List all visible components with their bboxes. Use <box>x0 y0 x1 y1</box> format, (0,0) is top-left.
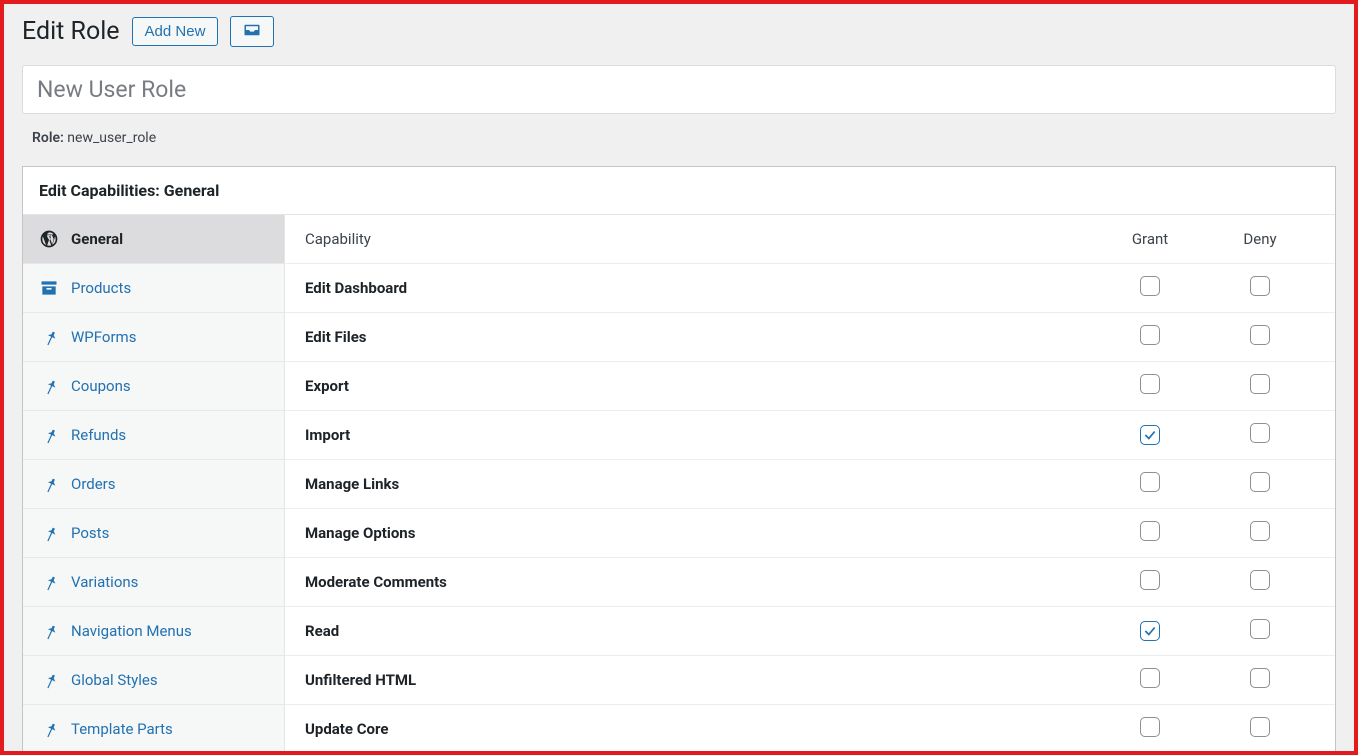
capabilities-panel: Edit Capabilities: General General Produc… <box>22 166 1336 755</box>
pin-icon <box>39 474 59 494</box>
deny-checkbox[interactable] <box>1250 423 1270 443</box>
grant-checkbox[interactable] <box>1140 325 1160 345</box>
col-capability: Capability <box>305 230 1095 248</box>
capability-name: Read <box>305 622 1095 640</box>
sidebar-item-label: General <box>71 230 123 248</box>
capability-row: Edit Dashboard <box>285 264 1335 313</box>
edit-role-frame: Edit Role Add New Role: new_user_role Ed… <box>0 0 1358 755</box>
capability-name: Import <box>305 426 1095 444</box>
pin-icon <box>39 523 59 543</box>
col-grant: Grant <box>1095 230 1205 248</box>
deny-checkbox[interactable] <box>1250 276 1270 296</box>
add-new-button[interactable]: Add New <box>132 17 219 46</box>
page-title: Edit Role <box>22 17 120 46</box>
sidebar-item-label: Products <box>71 279 131 297</box>
sidebar-item-posts[interactable]: Posts <box>23 509 284 558</box>
capability-row: Manage Links <box>285 460 1335 509</box>
pin-icon <box>39 425 59 445</box>
grant-checkbox[interactable] <box>1140 374 1160 394</box>
sidebar-item-label: WPForms <box>71 328 136 346</box>
sidebar-item-label: Template Parts <box>71 720 173 738</box>
sidebar-item-navigation_menus[interactable]: Navigation Menus <box>23 607 284 656</box>
role-slug-value: new_user_role <box>67 130 156 146</box>
wordpress-icon <box>39 229 59 249</box>
capability-row: Export <box>285 362 1335 411</box>
role-slug-label: Role: <box>32 130 64 146</box>
sidebar-item-products[interactable]: Products <box>23 264 284 313</box>
sidebar-item-global_styles[interactable]: Global Styles <box>23 656 284 705</box>
capability-row: Update Core <box>285 705 1335 754</box>
pin-icon <box>39 327 59 347</box>
deny-checkbox[interactable] <box>1250 374 1270 394</box>
sidebar-item-label: Navigation Menus <box>71 622 192 640</box>
check-icon <box>1143 624 1157 638</box>
col-deny: Deny <box>1205 230 1315 248</box>
capability-name: Edit Files <box>305 328 1095 346</box>
sidebar-item-template_parts[interactable]: Template Parts <box>23 705 284 754</box>
grant-checkbox[interactable] <box>1140 521 1160 541</box>
sidebar-item-coupons[interactable]: Coupons <box>23 362 284 411</box>
grant-checkbox[interactable] <box>1140 621 1160 641</box>
sidebar-item-label: Posts <box>71 524 109 542</box>
inbox-icon <box>241 21 263 42</box>
capabilities-table: Capability Grant Deny Edit Dashboard Edit… <box>285 215 1335 754</box>
pin-icon <box>39 621 59 641</box>
role-slug-row: Role: new_user_role <box>4 124 1354 166</box>
deny-checkbox[interactable] <box>1250 521 1270 541</box>
capability-group-sidebar: General Products WPForms Coupons Refunds Orde… <box>23 215 285 754</box>
sidebar-item-label: Global Styles <box>71 671 158 689</box>
grant-checkbox[interactable] <box>1140 570 1160 590</box>
deny-checkbox[interactable] <box>1250 472 1270 492</box>
sidebar-item-label: Coupons <box>71 377 131 395</box>
capability-row: Manage Options <box>285 509 1335 558</box>
grant-checkbox[interactable] <box>1140 668 1160 688</box>
check-icon <box>1143 428 1157 442</box>
capability-row: Unfiltered HTML <box>285 656 1335 705</box>
sidebar-item-label: Variations <box>71 573 138 591</box>
capability-row: Edit Files <box>285 313 1335 362</box>
sidebar-item-label: Refunds <box>71 426 126 444</box>
capability-name: Moderate Comments <box>305 573 1095 591</box>
capabilities-body: General Products WPForms Coupons Refunds Orde… <box>23 215 1335 754</box>
sidebar-item-refunds[interactable]: Refunds <box>23 411 284 460</box>
role-name-input[interactable] <box>22 65 1336 114</box>
sidebar-item-general[interactable]: General <box>23 215 284 264</box>
deny-checkbox[interactable] <box>1250 570 1270 590</box>
sidebar-item-orders[interactable]: Orders <box>23 460 284 509</box>
capability-name: Update Core <box>305 720 1095 738</box>
pin-icon <box>39 719 59 739</box>
pin-icon <box>39 572 59 592</box>
capability-name: Export <box>305 377 1095 395</box>
sidebar-item-variations[interactable]: Variations <box>23 558 284 607</box>
grant-checkbox[interactable] <box>1140 276 1160 296</box>
capability-row: Read <box>285 607 1335 656</box>
grant-checkbox[interactable] <box>1140 472 1160 492</box>
capability-row: Moderate Comments <box>285 558 1335 607</box>
deny-checkbox[interactable] <box>1250 717 1270 737</box>
deny-checkbox[interactable] <box>1250 619 1270 639</box>
sidebar-item-wpforms[interactable]: WPForms <box>23 313 284 362</box>
page-header: Edit Role Add New <box>4 4 1354 65</box>
deny-checkbox[interactable] <box>1250 325 1270 345</box>
capabilities-panel-title: Edit Capabilities: General <box>23 167 1335 215</box>
inbox-button[interactable] <box>230 16 274 47</box>
capability-name: Edit Dashboard <box>305 279 1095 297</box>
pin-icon <box>39 376 59 396</box>
deny-checkbox[interactable] <box>1250 668 1270 688</box>
sidebar-item-label: Orders <box>71 475 116 493</box>
archive-icon <box>39 278 59 298</box>
grant-checkbox[interactable] <box>1140 425 1160 445</box>
capability-name: Unfiltered HTML <box>305 671 1095 689</box>
pin-icon <box>39 670 59 690</box>
capability-name: Manage Links <box>305 475 1095 493</box>
capability-name: Manage Options <box>305 524 1095 542</box>
grant-checkbox[interactable] <box>1140 717 1160 737</box>
capability-row: Import <box>285 411 1335 460</box>
capabilities-table-header: Capability Grant Deny <box>285 215 1335 264</box>
